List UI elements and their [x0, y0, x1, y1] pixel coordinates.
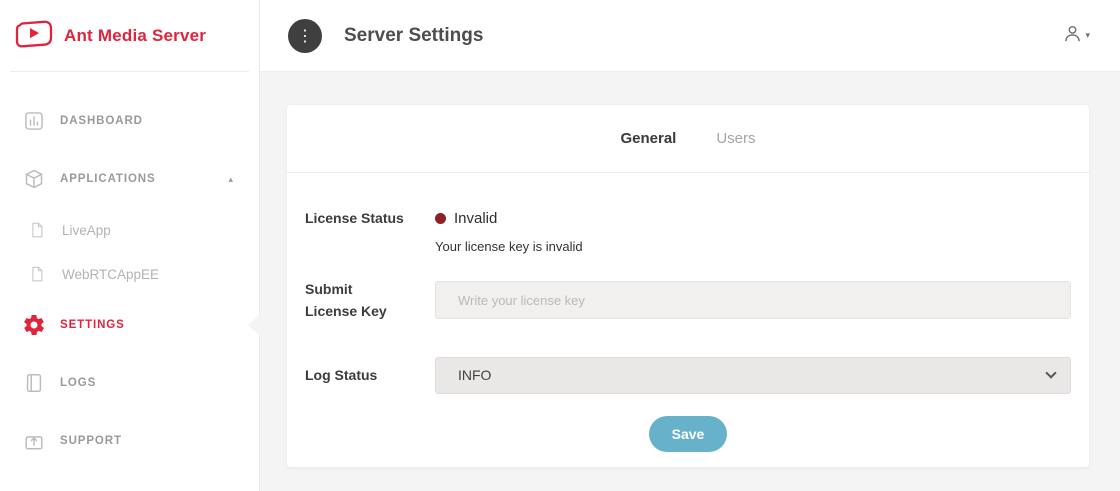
license-status-detail: Your license key is invalid: [435, 239, 1071, 254]
log-status-select-wrap: INFO: [435, 357, 1071, 394]
sidebar: Ant Media Server DASHBOARD: [0, 0, 260, 491]
content-area: General Users License Status Invalid You…: [260, 72, 1120, 491]
brand-name: Ant Media Server: [64, 26, 206, 46]
app-root: Ant Media Server DASHBOARD: [0, 0, 1120, 491]
brand[interactable]: Ant Media Server: [0, 0, 259, 71]
main-area: ⋮ Server Settings ▾ General Users: [260, 0, 1120, 491]
sidebar-item-label: APPLICATIONS: [60, 173, 156, 185]
log-status-select[interactable]: INFO: [435, 357, 1071, 394]
save-row: Save: [305, 416, 1071, 452]
tab-users[interactable]: Users: [716, 130, 755, 147]
sidebar-item-webrtcappee[interactable]: WebRTCAppEE: [0, 252, 259, 296]
applications-icon: [22, 167, 46, 191]
license-status-line: Invalid: [435, 209, 1071, 227]
settings-card: General Users License Status Invalid You…: [286, 104, 1090, 468]
submit-license-label: Submit License Key: [305, 278, 405, 323]
sidebar-item-label: LiveApp: [62, 223, 111, 238]
save-button[interactable]: Save: [649, 416, 728, 452]
sidebar-item-label: WebRTCAppEE: [62, 267, 159, 282]
file-icon: [25, 262, 49, 286]
caret-up-icon[interactable]: ▴: [228, 175, 233, 184]
topbar: ⋮ Server Settings ▾: [260, 0, 1120, 72]
status-dot-icon: [435, 213, 446, 224]
log-status-row: Log Status INFO: [305, 357, 1071, 394]
license-status-value: Invalid: [454, 210, 497, 227]
active-item-notch: [248, 314, 260, 336]
sidebar-item-applications[interactable]: APPLICATIONS ▴: [0, 150, 259, 208]
license-status-label: License Status: [305, 209, 405, 227]
support-icon: [22, 429, 46, 453]
sidebar-item-label: SETTINGS: [60, 319, 125, 331]
sidebar-item-label: DASHBOARD: [60, 115, 143, 127]
user-icon: [1063, 24, 1082, 48]
license-status-row: License Status Invalid Your license key …: [305, 209, 1071, 254]
log-status-label: Log Status: [305, 364, 405, 386]
sidebar-item-liveapp[interactable]: LiveApp: [0, 208, 259, 252]
sidebar-item-settings[interactable]: SETTINGS: [0, 296, 259, 354]
license-status-value-group: Invalid Your license key is invalid: [435, 209, 1071, 254]
sidebar-menu: DASHBOARD APPLICATIONS ▴: [0, 72, 259, 470]
logs-icon: [22, 371, 46, 395]
caret-down-icon: ▾: [1085, 30, 1090, 41]
submit-license-row: Submit License Key: [305, 278, 1071, 323]
license-key-input[interactable]: [435, 281, 1071, 319]
page-title: Server Settings: [344, 25, 483, 47]
sidebar-item-label: SUPPORT: [60, 435, 122, 447]
sidebar-item-dashboard[interactable]: DASHBOARD: [0, 92, 259, 150]
brand-logo-icon: [14, 16, 54, 55]
user-menu[interactable]: ▾: [1063, 24, 1090, 48]
dashboard-icon: [22, 109, 46, 133]
settings-form: License Status Invalid Your license key …: [287, 173, 1089, 452]
file-icon: [25, 218, 49, 242]
tabs: General Users: [287, 105, 1089, 173]
sidebar-item-label: LOGS: [60, 377, 96, 389]
kebab-menu-button[interactable]: ⋮: [288, 19, 322, 53]
sidebar-item-logs[interactable]: LOGS: [0, 354, 259, 412]
gear-icon: [22, 313, 46, 337]
kebab-icon: ⋮: [297, 26, 313, 46]
tab-general[interactable]: General: [620, 130, 676, 147]
sidebar-item-support[interactable]: SUPPORT: [0, 412, 259, 470]
